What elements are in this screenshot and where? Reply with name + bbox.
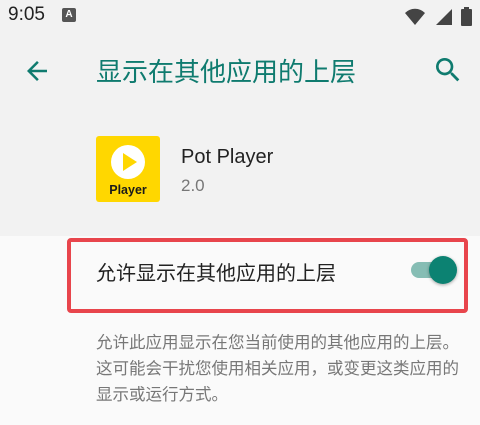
app-icon: Player [96, 136, 160, 202]
wifi-icon [404, 8, 425, 25]
battery-icon [461, 7, 472, 26]
page-title: 显示在其他应用的上层 [96, 58, 357, 88]
svg-text:Player: Player [109, 183, 147, 197]
status-time: 9:05 [8, 4, 45, 25]
app-name: Pot Player [181, 146, 274, 168]
allow-overlay-label[interactable]: 允许显示在其他应用的上层 [96, 257, 336, 286]
search-button[interactable] [432, 54, 464, 86]
back-button[interactable] [22, 56, 52, 86]
toggle-thumb [429, 256, 457, 284]
notification-icon: A [62, 8, 76, 22]
app-bar: 显示在其他应用的上层 [0, 32, 480, 108]
arrow-back-icon [27, 61, 47, 81]
status-bar: 9:05 A [0, 0, 480, 32]
signal-icon [435, 8, 452, 25]
search-icon [436, 58, 460, 82]
status-icons [401, 6, 472, 26]
app-icon-label: Player [109, 183, 147, 197]
allow-overlay-toggle[interactable] [407, 255, 457, 285]
app-version: 2.0 [181, 176, 205, 195]
setting-description: 允许此应用显示在您当前使用的其他应用的上层。这可能会干扰您使用相关应用，或变更这… [96, 333, 459, 404]
